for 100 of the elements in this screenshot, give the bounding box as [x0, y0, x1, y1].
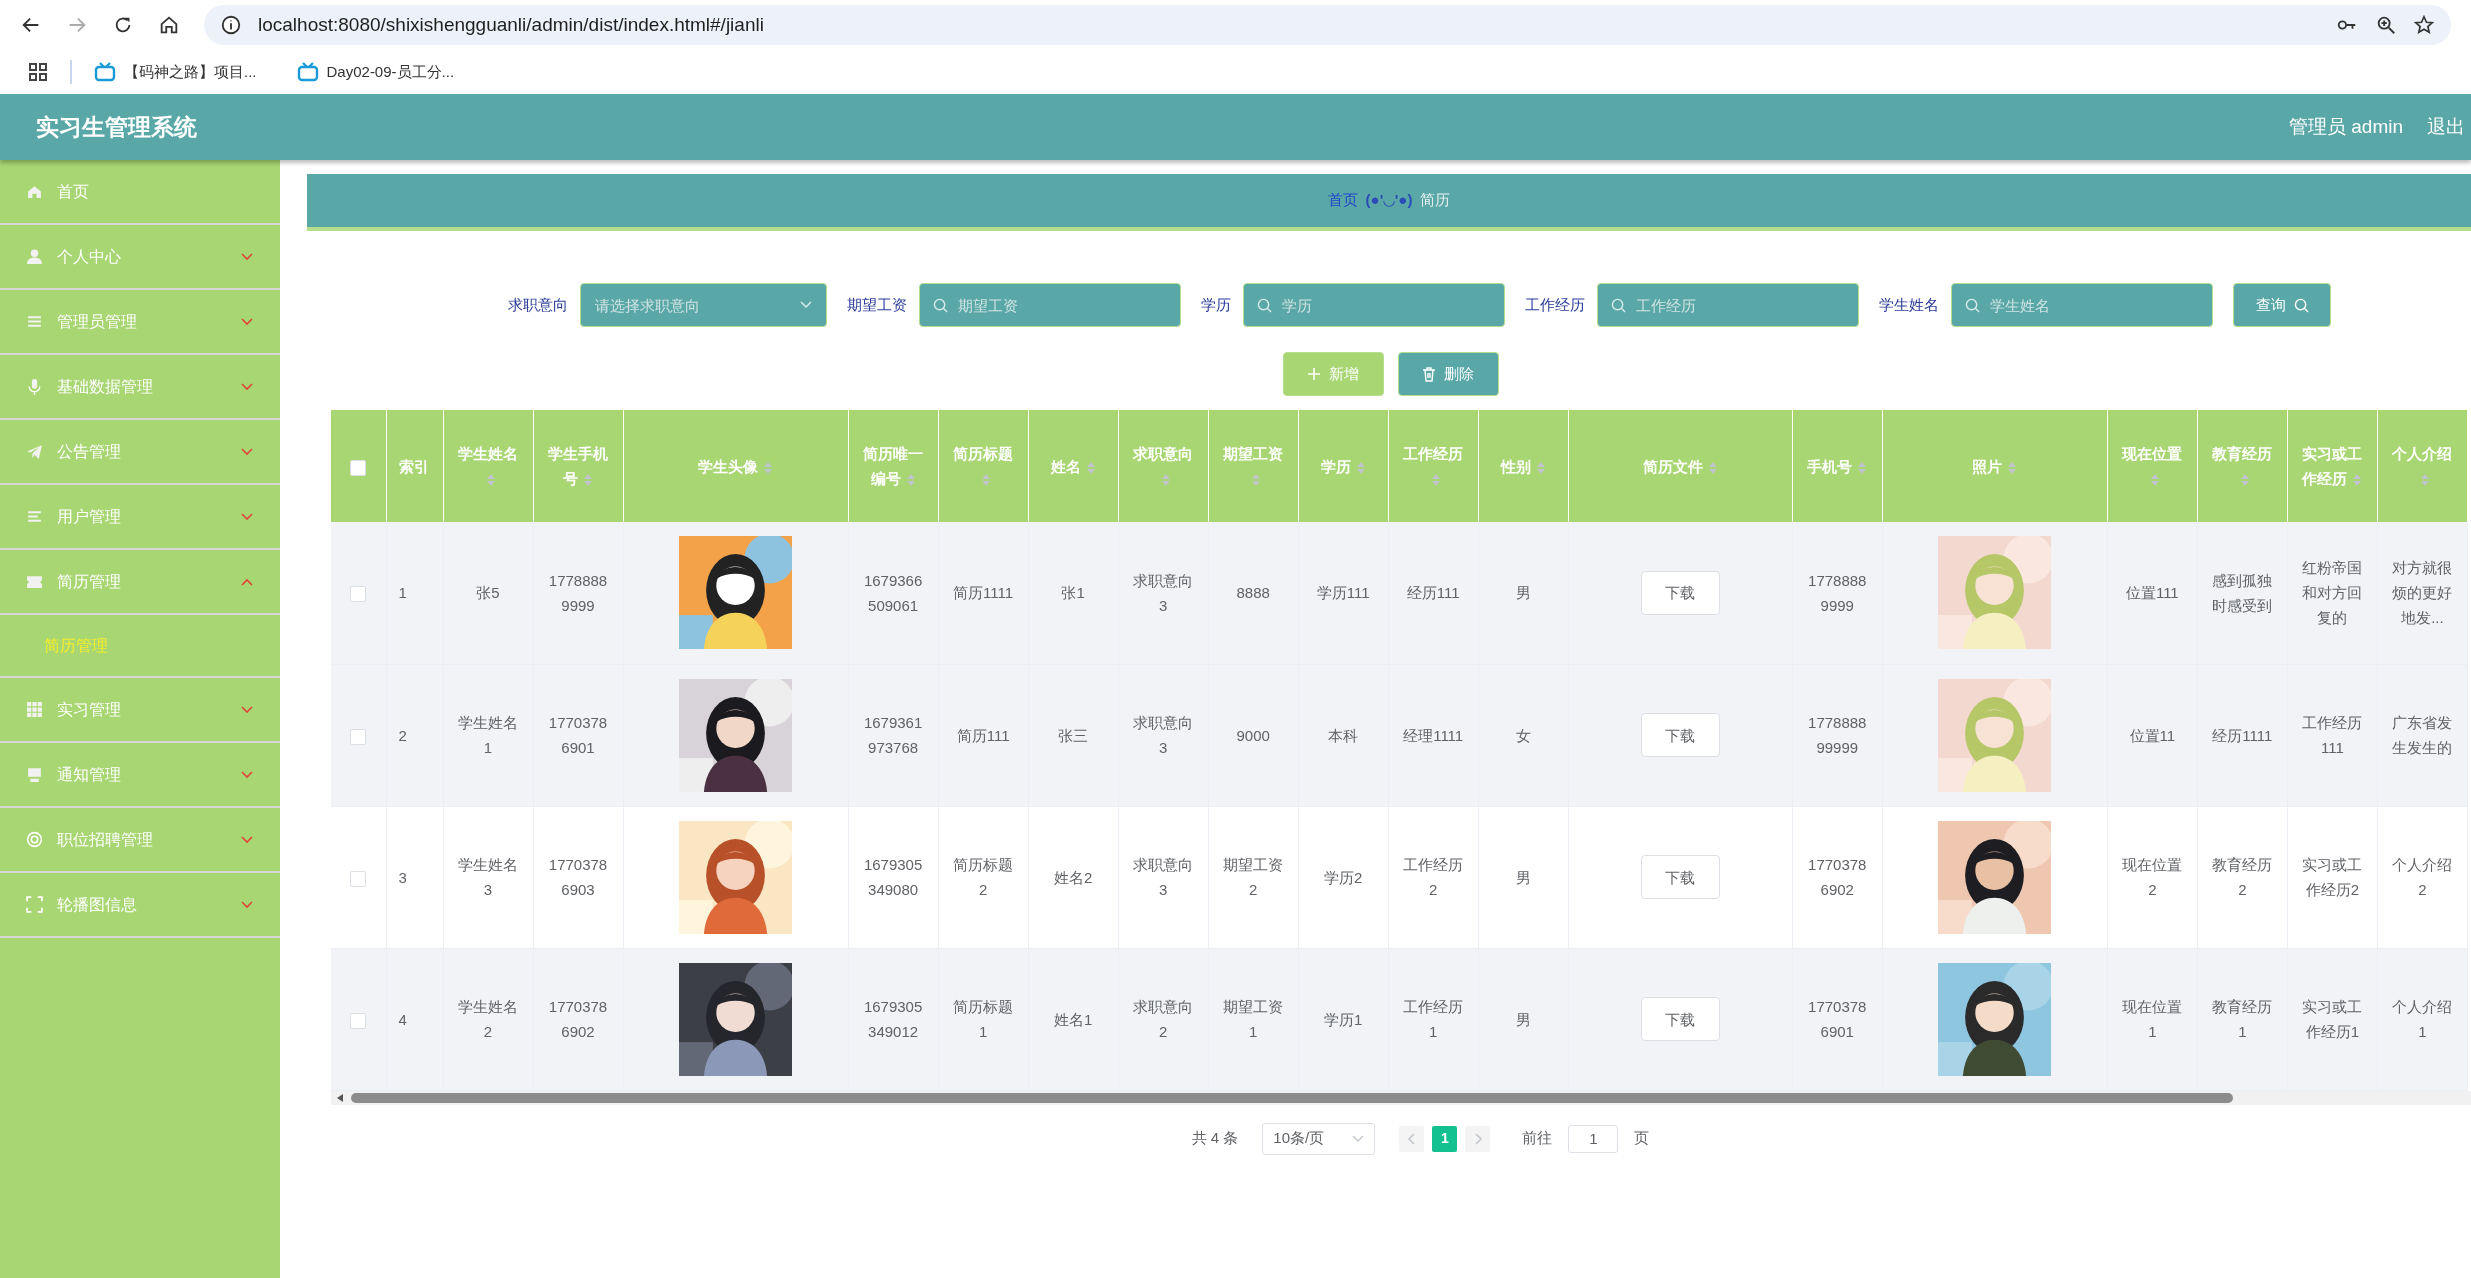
table-cell: 位置111: [2107, 522, 2198, 664]
download-button[interactable]: 下载: [1640, 570, 1720, 615]
sidebar-item[interactable]: 轮播图信息: [0, 873, 280, 938]
sidebar-item[interactable]: 通知管理: [0, 743, 280, 808]
table-cell: 男: [1478, 522, 1569, 664]
chevron-up-icon: [240, 576, 254, 587]
table-cell: 经历1111: [2197, 664, 2288, 806]
search-field[interactable]: 学生姓名: [1951, 283, 2213, 327]
apps-icon: [28, 62, 48, 82]
column-header[interactable]: 学生手机号: [533, 410, 624, 522]
column-header[interactable]: 期望工资: [1208, 410, 1299, 522]
page-button[interactable]: 1: [1432, 1125, 1458, 1152]
search-field[interactable]: 学历: [1243, 283, 1505, 327]
search-icon: [1257, 298, 1272, 313]
column-header[interactable]: 简历文件: [1568, 410, 1793, 522]
table-cell: 17703786902: [1792, 806, 1883, 948]
bookmark[interactable]: 【码神之路】项目...: [94, 60, 257, 84]
table-cell: 8888: [1208, 522, 1299, 664]
column-header[interactable]: 简历标题: [938, 410, 1029, 522]
table-cell: 简历111: [938, 664, 1029, 806]
sidebar-item[interactable]: 用户管理: [0, 485, 280, 550]
download-button[interactable]: 下载: [1640, 713, 1720, 757]
table-cell: 17788889999: [1792, 522, 1883, 664]
search-icon: [1965, 298, 1980, 313]
sidebar-item[interactable]: 职位招聘管理: [0, 808, 280, 873]
caret-down-icon: [799, 300, 813, 310]
user-label: 管理员 admin: [2288, 114, 2403, 139]
scrollbar-thumb[interactable]: [351, 1092, 2233, 1103]
page-size-select[interactable]: 10条/页: [1262, 1122, 1376, 1155]
chevron-down-icon: [240, 704, 254, 715]
checkbox[interactable]: [350, 1012, 367, 1029]
column-header[interactable]: 照片: [1882, 410, 2108, 522]
trash-icon: [1422, 366, 1436, 382]
sidebar-item[interactable]: 简历管理: [0, 550, 280, 615]
checkbox[interactable]: [350, 586, 367, 603]
grid-icon: [26, 701, 43, 718]
download-button[interactable]: 下载: [1640, 855, 1720, 899]
next-page-button[interactable]: [1465, 1125, 1491, 1152]
table-cell: 经历111: [1388, 522, 1479, 664]
page-input[interactable]: 1: [1568, 1124, 1619, 1153]
checkbox[interactable]: [350, 459, 367, 476]
table-cell: 求职意向3: [1118, 806, 1209, 948]
sidebar-item[interactable]: 管理员管理: [0, 290, 280, 355]
sidebar-item[interactable]: 个人中心: [0, 225, 280, 290]
table-cell: 9000: [1208, 664, 1299, 806]
table-cell: 姓名1: [1028, 948, 1119, 1090]
breadcrumb-separator: (●'◡'●): [1365, 190, 1413, 211]
table-cell: 17703786902: [533, 948, 624, 1090]
column-header[interactable]: 学生头像: [623, 410, 849, 522]
logout-link[interactable]: 退出: [2427, 112, 2465, 142]
column-header[interactable]: 工作经历: [1388, 410, 1479, 522]
sidebar-item[interactable]: 首页: [0, 160, 280, 225]
column-header[interactable]: 实习或工作经历: [2287, 410, 2378, 522]
table-cell: 4: [386, 948, 443, 1090]
total-count: 共 4 条: [1191, 1128, 1239, 1149]
column-header[interactable]: 学历: [1298, 410, 1389, 522]
column-header[interactable]: 个人介绍: [2377, 410, 2468, 522]
sidebar-item[interactable]: 基础数据管理: [0, 355, 280, 420]
table-cell: 张三: [1028, 664, 1119, 806]
bookmark[interactable]: Day02-09-员工分...: [296, 60, 455, 84]
sidebar-item[interactable]: 实习管理: [0, 678, 280, 743]
column-header: 索引: [386, 410, 443, 522]
column-header[interactable]: 现在位置: [2107, 410, 2198, 522]
table-cell: 求职意向3: [1118, 522, 1209, 664]
scroll-left-icon: [337, 1093, 343, 1102]
search-button[interactable]: 查询: [2233, 283, 2331, 327]
table-cell: 1679305349012: [848, 948, 939, 1090]
checkbox[interactable]: [350, 870, 367, 887]
list-icon: [26, 313, 43, 330]
prev-page-button[interactable]: [1399, 1125, 1425, 1152]
table-cell: 求职意向2: [1118, 948, 1209, 1090]
breadcrumb-current: 简历: [1420, 190, 1451, 211]
column-header[interactable]: 教育经历: [2197, 410, 2288, 522]
download-button[interactable]: 下载: [1640, 997, 1720, 1041]
column-header[interactable]: 学生姓名: [443, 410, 533, 522]
table-cell: 广东省发生发生的: [2377, 664, 2468, 806]
column-header[interactable]: 姓名: [1028, 410, 1119, 522]
table-cell: 女: [1478, 664, 1569, 806]
add-button[interactable]: 新增: [1282, 352, 1384, 396]
table-cell: 姓名2: [1028, 806, 1119, 948]
column-header[interactable]: 简历唯一编号: [848, 410, 939, 522]
sidebar-item[interactable]: 公告管理: [0, 420, 280, 485]
search-field[interactable]: 工作经历: [1597, 283, 1859, 327]
delete-button[interactable]: 删除: [1397, 352, 1499, 396]
table-cell: 1679361973768: [848, 664, 939, 806]
breadcrumb-link[interactable]: 首页: [1327, 189, 1358, 212]
column-header[interactable]: 手机号: [1792, 410, 1883, 522]
column-header[interactable]: 性别: [1478, 410, 1569, 522]
checkbox[interactable]: [350, 728, 367, 745]
search-icon: [933, 298, 948, 313]
chevron-down-icon: [240, 834, 254, 845]
column-header[interactable]: 求职意向: [1118, 410, 1209, 522]
search-icon: [2293, 297, 2309, 313]
sidebar-subitem[interactable]: 简历管理: [0, 615, 280, 678]
table-cell: 学历1: [1298, 948, 1389, 1090]
filter-label: 求职意向: [508, 294, 568, 315]
chevron-down-icon: [240, 769, 254, 780]
search-field[interactable]: 期望工资: [919, 283, 1181, 327]
table-cell: 男: [1478, 806, 1569, 948]
dropdown-field[interactable]: 请选择求职意向: [580, 283, 827, 327]
